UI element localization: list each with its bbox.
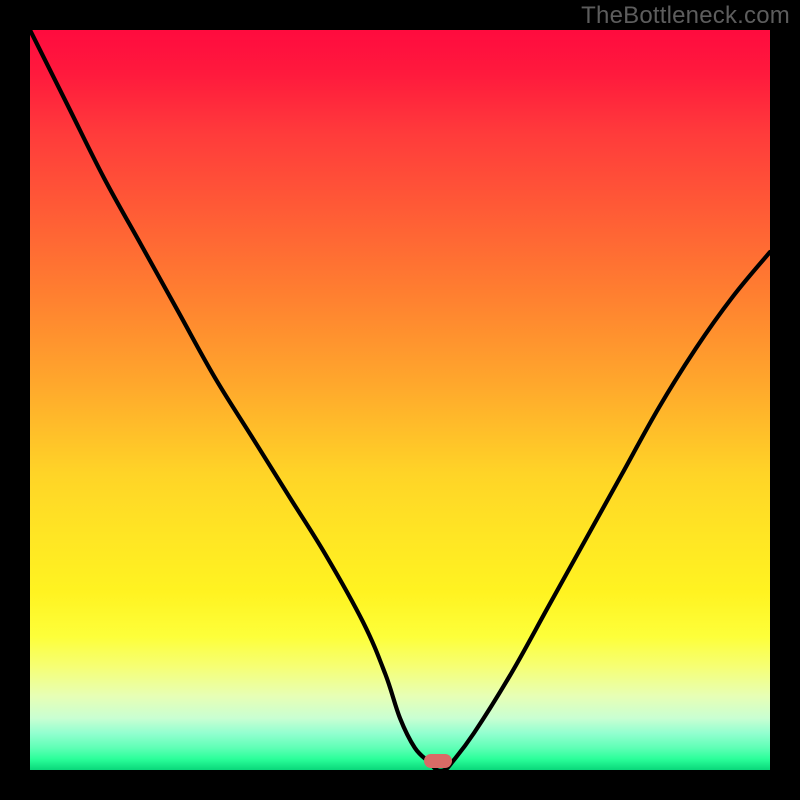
minimum-marker-pill: [424, 754, 452, 768]
bottleneck-curve: [30, 30, 770, 770]
plot-area: [30, 30, 770, 770]
curve-path: [30, 30, 770, 770]
watermark-label: TheBottleneck.com: [581, 2, 790, 30]
chart-frame: TheBottleneck.com: [0, 0, 800, 800]
